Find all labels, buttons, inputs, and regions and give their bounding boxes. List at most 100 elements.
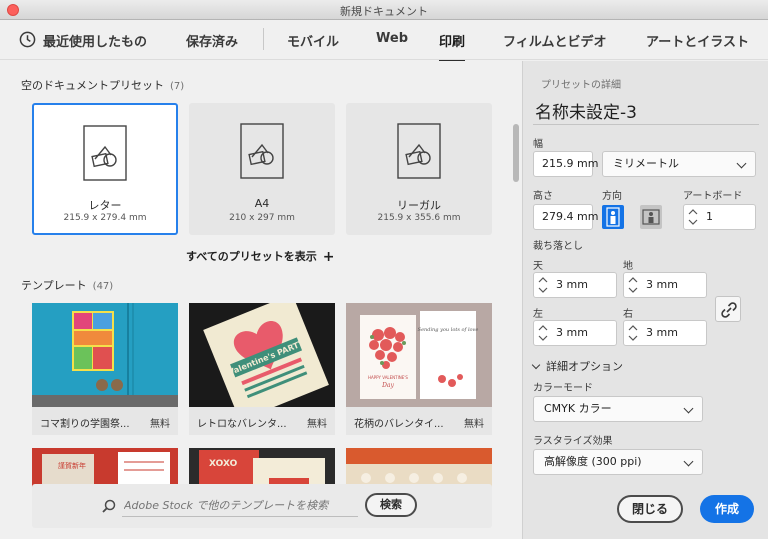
link-bleed-button[interactable] [715, 296, 741, 322]
template-card-retro-valentine[interactable]: Valentine's PARTY レトロなバレンタ... 無料 [189, 303, 335, 435]
bleed-top-label: 天 [533, 261, 543, 272]
raster-effects-label: ラスタライズ効果 [533, 436, 613, 447]
template-thumbnail [32, 303, 178, 407]
tab-web[interactable]: Web [376, 31, 408, 46]
templates-count: (47) [92, 281, 114, 292]
create-button[interactable]: 作成 [700, 495, 754, 523]
tab-film-video[interactable]: フィルムとビデオ [503, 31, 606, 50]
tab-print[interactable]: 印刷 [439, 31, 466, 62]
bleed-left-stepper[interactable]: 3 mm [533, 320, 617, 346]
preset-card-legal[interactable]: リーガル 215.9 x 355.6 mm [346, 103, 492, 235]
template-card-floral-valentine[interactable]: HAPPY VALENTINE'S Day Sending you lots o… [346, 303, 492, 435]
stepper-arrows-icon [538, 277, 548, 293]
details-heading: プリセットの詳細 [541, 80, 621, 91]
scrollbar-thumb[interactable] [513, 124, 519, 182]
template-thumbnail: HAPPY VALENTINE'S Day Sending you lots o… [346, 303, 492, 407]
presets-heading: 空のドキュメントプリセット (7) [21, 77, 184, 93]
color-mode-label: カラーモード [533, 383, 593, 394]
bleed-bottom-stepper[interactable]: 3 mm [623, 272, 707, 298]
color-mode-select[interactable]: CMYK カラー [533, 396, 703, 422]
bleed-right-label: 右 [623, 309, 633, 320]
height-label: 高さ [533, 191, 553, 202]
preset-size: 215.9 x 279.4 mm [63, 213, 147, 223]
templates-heading: テンプレート (47) [21, 277, 113, 293]
chevron-down-icon [531, 360, 541, 370]
document-icon [240, 123, 284, 179]
stock-search-input[interactable] [122, 495, 358, 517]
tab-mobile[interactable]: モバイル [287, 31, 339, 50]
artboards-stepper[interactable]: 1 [683, 204, 756, 230]
portrait-icon [606, 207, 620, 227]
title-bar: 新規ドキュメント [0, 0, 768, 20]
chevron-down-icon [683, 403, 694, 414]
bleed-right-stepper[interactable]: 3 mm [623, 320, 707, 346]
show-all-presets-link[interactable]: すべてのプリセットを表示 + [186, 248, 335, 265]
portrait-button[interactable] [602, 205, 624, 229]
bleed-bottom-value: 3 mm [646, 278, 678, 291]
unit-select[interactable]: ミリメートル [602, 151, 756, 177]
template-thumbnail: Valentine's PARTY [189, 303, 335, 407]
preset-card-a4[interactable]: A4 210 x 297 mm [189, 103, 335, 235]
chevron-down-icon [683, 456, 694, 467]
thumb-text-sending: Sending you lots of love [418, 327, 479, 333]
landscape-button[interactable] [640, 205, 662, 229]
stepper-arrows-icon [628, 325, 638, 341]
template-price: 無料 [150, 419, 170, 430]
search-button[interactable]: 検索 [365, 493, 417, 517]
preset-size: 210 x 297 mm [229, 213, 295, 223]
bleed-top-stepper[interactable]: 3 mm [533, 272, 617, 298]
thumb-text-new-year: 謹賀新年 [58, 461, 86, 470]
preset-size: 215.9 x 355.6 mm [377, 213, 461, 223]
chevron-down-icon [736, 158, 747, 169]
thumb-text-xoxo: XOXO [209, 459, 238, 469]
presets-heading-text: 空のドキュメントプリセット [21, 79, 164, 92]
height-input[interactable]: 279.4 mm [533, 204, 598, 230]
tab-recent[interactable]: 最近使用したもの [43, 31, 147, 50]
artboards-label: アートボード [683, 191, 743, 202]
presets-count: (7) [170, 81, 185, 92]
preset-card-letter[interactable]: レター 215.9 x 279.4 mm [32, 103, 178, 235]
document-name-field[interactable]: 名称未設定-3 [533, 95, 759, 125]
template-caption: 花柄のバレンタイ... [354, 419, 444, 430]
preset-name: リーガル [397, 199, 441, 212]
orientation-label: 方向 [602, 191, 622, 202]
search-icon [102, 499, 116, 513]
tab-art-illustration[interactable]: アートとイラスト [646, 31, 749, 50]
preset-name: A4 [254, 197, 270, 210]
show-all-label: すべてのプリセットを表示 [186, 250, 317, 263]
stepper-arrows-icon [538, 325, 548, 341]
landscape-icon [642, 209, 660, 225]
width-label: 幅 [533, 139, 543, 150]
bleed-left-label: 左 [533, 309, 543, 320]
color-mode-value: CMYK カラー [544, 402, 612, 415]
template-price: 無料 [464, 419, 484, 430]
close-button[interactable]: 閉じる [617, 495, 683, 523]
raster-effects-select[interactable]: 高解像度 (300 ppi) [533, 449, 703, 475]
document-icon [397, 123, 441, 179]
artboards-value: 1 [706, 210, 713, 223]
link-icon [721, 302, 737, 318]
tab-divider [263, 28, 264, 50]
thumb-text-day: Day [381, 382, 394, 389]
category-tabs: 最近使用したもの 保存済み モバイル Web 印刷 フィルムとビデオ アートとイ… [0, 20, 768, 62]
bleed-top-value: 3 mm [556, 278, 588, 291]
clock-icon [19, 31, 36, 48]
stepper-arrows-icon [628, 277, 638, 293]
tab-saved[interactable]: 保存済み [186, 31, 238, 50]
advanced-options-toggle[interactable]: 詳細オプション [531, 358, 623, 374]
template-card-school-festival[interactable]: コマ割りの学園祭... 無料 [32, 303, 178, 435]
template-caption: レトロなバレンタ... [197, 419, 287, 430]
preset-details-panel: プリセットの詳細 名称未設定-3 幅 215.9 mm ミリメートル 高さ 方向… [522, 61, 768, 539]
thumb-text-happy: HAPPY VALENTINE'S [368, 375, 408, 380]
bleed-left-value: 3 mm [556, 326, 588, 339]
stepper-arrows-icon [688, 209, 698, 225]
bleed-bottom-label: 地 [623, 261, 633, 272]
width-input[interactable]: 215.9 mm [533, 151, 598, 177]
preset-browser: 空のドキュメントプリセット (7) レター 215.9 x 279.4 mm A4… [0, 61, 520, 539]
window-title: 新規ドキュメント [340, 5, 428, 18]
template-price: 無料 [307, 419, 327, 430]
raster-effects-value: 高解像度 (300 ppi) [544, 455, 642, 468]
bleed-label: 裁ち落とし [533, 241, 583, 252]
templates-heading-text: テンプレート [21, 279, 87, 292]
bleed-right-value: 3 mm [646, 326, 678, 339]
